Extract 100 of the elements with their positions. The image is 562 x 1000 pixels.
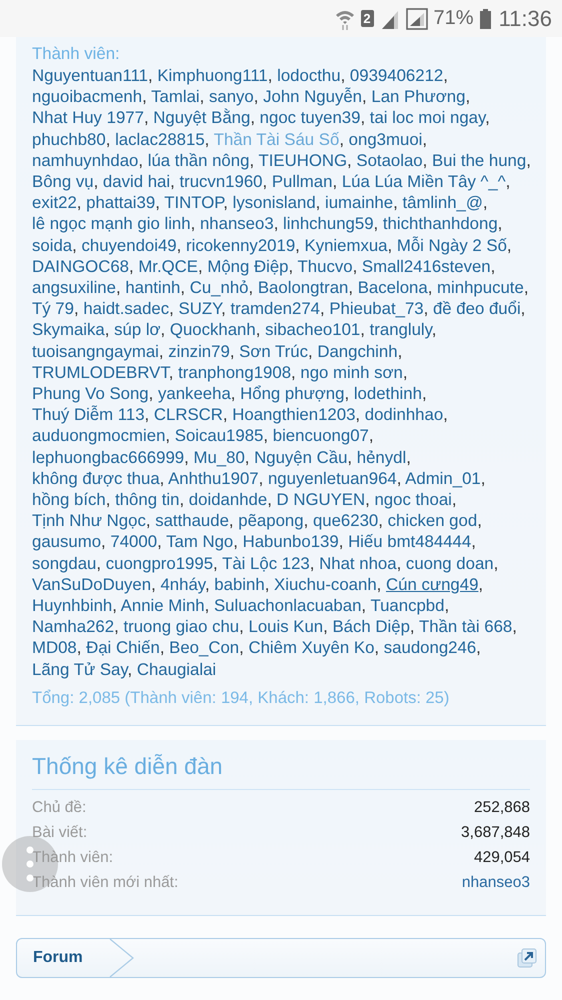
member-link[interactable]: D NGUYEN	[276, 490, 366, 510]
member-link[interactable]: Bách Diệp	[332, 617, 410, 636]
member-link[interactable]: Mr.QCE	[138, 256, 198, 276]
member-link[interactable]: Nguyệt Bằng	[153, 108, 250, 128]
member-link[interactable]: Small2416steven	[362, 256, 491, 276]
member-link[interactable]: 0939406212	[350, 66, 444, 85]
member-link[interactable]: tramden274	[230, 299, 320, 318]
member-link[interactable]: Habunbo139	[242, 532, 339, 552]
member-link[interactable]: nguoibacmenh	[32, 87, 142, 106]
member-link[interactable]: Phung Vo Song	[32, 384, 149, 404]
member-link[interactable]: SUZY	[178, 299, 222, 318]
member-link[interactable]: Đại Chiến	[86, 638, 160, 658]
member-link[interactable]: lúa thần nông	[148, 150, 250, 170]
member-link[interactable]: Lan Phương	[371, 87, 466, 106]
member-link[interactable]: Suluachonlacuaban	[214, 596, 362, 616]
member-link[interactable]: Thần tài 668	[418, 617, 512, 636]
member-link[interactable]: Hổng phượng	[240, 384, 344, 404]
member-link[interactable]: Lãng Tử Say	[32, 660, 128, 679]
member-link[interactable]: ngo minh sơn	[300, 362, 403, 382]
member-link[interactable]: cuong doan	[406, 554, 494, 573]
member-link[interactable]: angsuxiline	[32, 278, 116, 298]
member-link[interactable]: Skymaika	[32, 320, 105, 340]
member-link[interactable]: Bacelona	[358, 278, 428, 298]
member-link[interactable]: Pullman	[272, 172, 332, 192]
member-link[interactable]: Xiuchu-coanh	[274, 574, 377, 594]
member-link[interactable]: thichthanhdong	[382, 214, 498, 234]
member-link[interactable]: Hiếu bmt484444	[348, 532, 472, 552]
member-link[interactable]: Kyniemxua	[304, 236, 388, 255]
member-link[interactable]: 4nháy	[160, 574, 205, 594]
member-link[interactable]: nhanseo3	[462, 870, 530, 895]
member-link[interactable]: que6230	[312, 511, 378, 530]
member-link[interactable]: Phieubat_73	[329, 299, 424, 318]
member-link[interactable]: zinzin79	[168, 342, 230, 361]
member-link[interactable]: Namha262	[32, 617, 114, 636]
member-link[interactable]: súp lơ	[114, 320, 161, 340]
member-link[interactable]: Cún cưng49	[386, 574, 478, 594]
member-link[interactable]: nguyenletuan964	[268, 468, 397, 488]
member-link[interactable]: ong3muoi	[348, 130, 422, 149]
member-link[interactable]: Dangchinh	[317, 342, 398, 361]
member-link[interactable]: david hai	[102, 172, 170, 192]
member-link[interactable]: minhpucute	[437, 278, 524, 298]
member-link[interactable]: biencuong07	[272, 426, 369, 446]
member-link[interactable]: phattai39	[86, 193, 156, 212]
member-link[interactable]: hẻnydl	[356, 448, 406, 467]
member-link[interactable]: sibacheo101	[265, 320, 360, 340]
member-link[interactable]: Quockhanh	[170, 320, 256, 340]
member-link[interactable]: pẽapong	[238, 511, 304, 530]
member-link[interactable]: babinh	[214, 574, 265, 594]
member-link[interactable]: hồng bích	[32, 490, 106, 510]
member-link[interactable]: VanSuDoDuyen	[32, 574, 152, 594]
member-link[interactable]: exit22	[32, 193, 77, 212]
member-link[interactable]: tâmlinh_@	[402, 193, 483, 212]
member-link[interactable]: Nguyện Cầu	[254, 448, 348, 467]
member-link[interactable]: nhanseo3	[200, 214, 274, 234]
member-link[interactable]: lodocthu	[277, 66, 341, 85]
member-link[interactable]: Mỗi Ngày 2 Số	[396, 236, 507, 255]
member-link[interactable]: lephuongbac666999	[32, 448, 184, 467]
breadcrumb-link[interactable]: Forum	[17, 948, 109, 967]
member-link[interactable]: truong giao chu	[123, 617, 240, 636]
member-link[interactable]: auduongmocmien	[32, 426, 166, 446]
member-link[interactable]: cuongpro1995	[106, 554, 214, 573]
member-link[interactable]: không được thua	[32, 468, 160, 488]
member-link[interactable]: Thuý Diễm 113	[32, 405, 145, 424]
member-link[interactable]: chuyendoi49	[81, 236, 177, 255]
member-link[interactable]: Huynhbinh	[32, 596, 112, 616]
member-link[interactable]: lê ngọc mạnh gio linh	[32, 214, 191, 234]
member-link[interactable]: trangluly	[370, 320, 432, 340]
member-link[interactable]: Anhthu1907	[168, 468, 259, 488]
member-link[interactable]: DAINGOC68	[32, 256, 129, 276]
member-link[interactable]: đề đeo đuổi	[432, 299, 521, 318]
member-link[interactable]: Hoangthien1203	[232, 405, 356, 424]
member-link[interactable]: Tuancpbd	[370, 596, 444, 616]
member-link[interactable]: hantinh	[125, 278, 180, 298]
member-link[interactable]: ngoc tuyen39	[260, 108, 360, 128]
member-link[interactable]: Mu_80	[193, 448, 245, 467]
member-link[interactable]: Mộng Điệp	[207, 256, 288, 276]
member-link[interactable]: Cu_nhỏ	[190, 278, 249, 298]
member-link[interactable]: iumainhe	[325, 193, 394, 212]
member-link[interactable]: Soicau1985	[174, 426, 264, 446]
member-link[interactable]: phuchb80	[32, 130, 106, 149]
member-link[interactable]: tuoisangngaymai	[32, 342, 159, 361]
member-link[interactable]: ricokenny2019	[186, 236, 296, 255]
member-link[interactable]: chicken god	[388, 511, 478, 530]
member-link[interactable]: Sơn Trúc	[239, 342, 308, 361]
member-link[interactable]: Beo_Con	[169, 638, 240, 658]
member-link[interactable]: Nhat nhoa	[319, 554, 397, 573]
member-link[interactable]: songdau	[32, 554, 96, 573]
member-link[interactable]: Annie Minh	[120, 596, 205, 616]
member-link[interactable]: tranphong1908	[178, 362, 292, 382]
member-link[interactable]: saudong246	[384, 638, 476, 658]
member-link[interactable]: soida	[32, 236, 72, 255]
member-link[interactable]: yankeeha	[158, 384, 231, 404]
member-link[interactable]: CLRSCR	[154, 405, 223, 424]
member-link[interactable]: TIEUHONG	[258, 150, 348, 170]
member-link[interactable]: Thucvo	[298, 256, 353, 276]
member-link[interactable]: Chaugialai	[136, 660, 216, 679]
member-link[interactable]: thông tin	[115, 490, 180, 510]
member-link[interactable]: 74000	[110, 532, 158, 552]
member-link[interactable]: Nhat Huy 1977	[32, 108, 144, 128]
member-link[interactable]: satthaude	[155, 511, 229, 530]
